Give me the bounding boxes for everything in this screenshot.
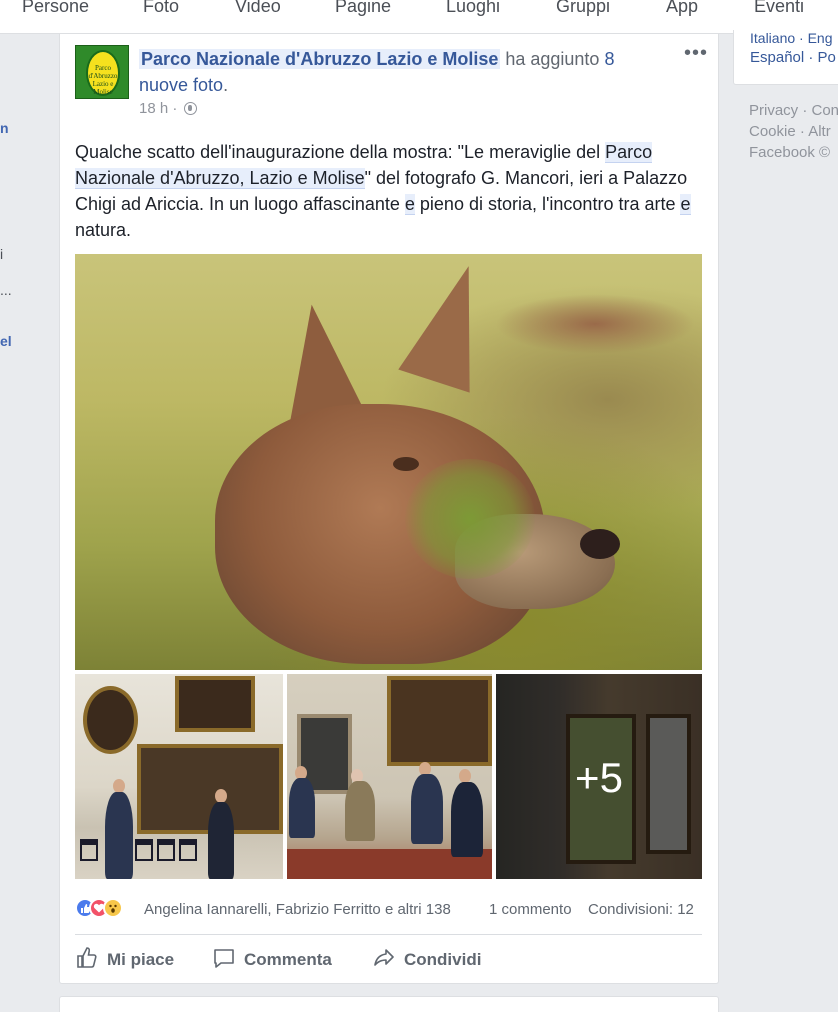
photo-detail — [387, 676, 492, 766]
tab-gruppi[interactable]: Gruppi — [556, 0, 610, 17]
tab-app[interactable]: App — [666, 0, 698, 17]
tab-persone[interactable]: Persone — [22, 0, 89, 17]
divider — [75, 934, 702, 935]
photo-detail — [393, 457, 419, 471]
left-sidebar-fragment[interactable]: n — [0, 120, 9, 136]
tab-pagine[interactable]: Pagine — [335, 0, 391, 17]
photo-detail — [208, 802, 234, 879]
more-options-icon[interactable]: ••• — [684, 42, 708, 65]
footer-link[interactable]: Cookie · Altr — [749, 121, 838, 142]
photo-detail — [289, 778, 315, 838]
photo-detail — [135, 839, 153, 861]
next-post-card — [59, 996, 719, 1012]
photo-detail — [345, 781, 375, 841]
photo-detail — [179, 839, 197, 861]
post-timestamp[interactable]: 18 h · — [139, 100, 197, 117]
comment-label: Commenta — [244, 950, 332, 969]
photo-detail — [157, 839, 175, 861]
post-text: Qualche scatto dell'inaugurazione della … — [75, 139, 705, 243]
photo-detail — [405, 459, 535, 579]
photo-detail — [83, 686, 138, 754]
left-sidebar-fragment[interactable]: i — [0, 246, 3, 262]
top-nav: Persone Foto Video Pagine Luoghi Gruppi … — [0, 0, 838, 34]
page-name-link[interactable]: Parco Nazionale d'Abruzzo Lazio e Molise — [139, 49, 501, 69]
thumbs-up-icon — [77, 947, 97, 968]
left-sidebar-fragment[interactable]: el — [0, 333, 12, 349]
shares-count[interactable]: Condivisioni: 12 — [588, 901, 694, 918]
share-button[interactable]: Condividi — [372, 946, 481, 970]
highlight-e: e — [404, 194, 415, 215]
language-links[interactable]: Italiano · Eng — [750, 30, 833, 46]
photo-detail — [215, 789, 227, 803]
tab-eventi[interactable]: Eventi — [754, 0, 804, 17]
like-label: Mi piace — [107, 950, 175, 969]
photo-detail — [411, 774, 443, 844]
reaction-icons[interactable] — [75, 898, 123, 922]
page-avatar[interactable]: Parco d'Abruzzo Lazio e Molise — [75, 45, 129, 99]
post-text-part: pieno di storia, l'incontro tra arte — [414, 194, 681, 214]
photo-thumbnail-more[interactable]: +5 — [496, 674, 702, 879]
footer-link[interactable]: Facebook © — [749, 142, 838, 163]
main-photo[interactable] — [75, 254, 702, 670]
photo-detail — [175, 676, 255, 732]
comment-button[interactable]: Commenta — [212, 946, 332, 970]
photo-detail — [113, 779, 125, 793]
wow-reaction-icon — [103, 898, 123, 918]
language-links[interactable]: Español · Po — [750, 49, 836, 66]
photo-thumbnail[interactable] — [75, 674, 283, 879]
photo-detail — [459, 769, 471, 783]
comments-count[interactable]: 1 commento — [489, 901, 572, 918]
footer-links: Privacy · Con Cookie · Altr Facebook © — [749, 100, 838, 163]
avatar-logo-text: Parco d'Abruzzo Lazio e Molise — [88, 64, 118, 96]
share-label: Condividi — [404, 950, 482, 969]
photo-detail — [495, 294, 695, 354]
photo-detail — [398, 255, 507, 393]
photo-detail — [105, 792, 133, 879]
tab-luoghi[interactable]: Luoghi — [446, 0, 500, 17]
action-end: . — [223, 75, 229, 95]
timestamp-text: 18 h · — [139, 100, 182, 117]
footer-link[interactable]: Privacy · Con — [749, 100, 838, 121]
share-icon — [374, 949, 394, 966]
action-text: ha aggiunto — [500, 49, 605, 69]
globe-icon — [183, 102, 197, 115]
more-photos-count: +5 — [575, 754, 623, 801]
language-box: Italiano · Eng Español · Po — [733, 30, 838, 85]
comment-icon — [214, 949, 234, 968]
photo-detail — [451, 782, 483, 857]
reaction-names[interactable]: Angelina Iannarelli, Fabrizio Ferritto e… — [144, 901, 451, 918]
photo-detail — [580, 529, 620, 559]
photo-detail — [80, 839, 98, 861]
post-text-part: Qualche scatto dell'inaugurazione della … — [75, 142, 606, 162]
photo-thumbnail[interactable] — [287, 674, 492, 879]
highlight-e: e — [680, 194, 691, 215]
tab-foto[interactable]: Foto — [143, 0, 179, 17]
left-sidebar-fragment[interactable]: ... — [0, 282, 12, 298]
post-text-part: natura. — [75, 220, 132, 240]
like-button[interactable]: Mi piace — [75, 946, 174, 970]
tab-video[interactable]: Video — [235, 0, 281, 17]
post-headline: Parco Nazionale d'Abruzzo Lazio e Molise… — [139, 46, 659, 98]
